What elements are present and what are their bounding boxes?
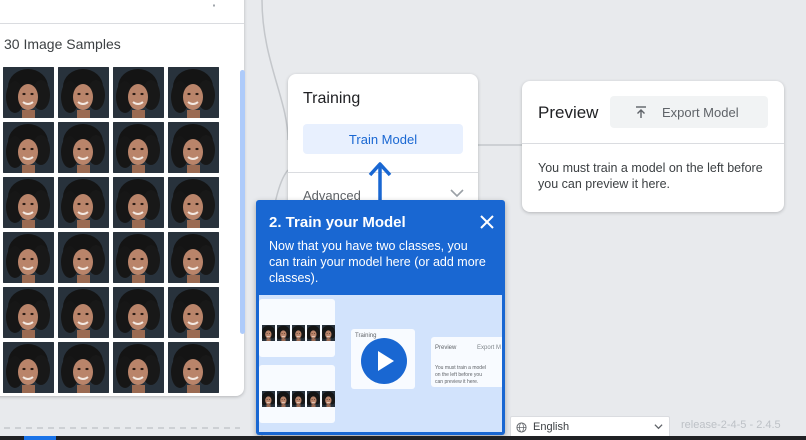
- sample-thumbnail[interactable]: [113, 67, 164, 118]
- sample-thumbnail[interactable]: [3, 122, 54, 173]
- arrow-up-icon: [368, 162, 392, 204]
- sample-thumbnail[interactable]: [58, 287, 109, 338]
- taskbar-strip: [0, 436, 806, 440]
- export-model-label: Export Model: [662, 104, 739, 120]
- sample-thumbnail[interactable]: [3, 342, 54, 393]
- sample-thumbnail[interactable]: [168, 177, 219, 228]
- sample-thumbnail[interactable]: [113, 122, 164, 173]
- sample-thumbnail[interactable]: [3, 232, 54, 283]
- sample-thumbnail[interactable]: [58, 177, 109, 228]
- train-model-button[interactable]: Train Model: [303, 124, 463, 154]
- preview-title: Preview: [538, 103, 599, 122]
- mini-thumbnail: [292, 391, 305, 407]
- sample-thumbnail[interactable]: [58, 342, 109, 393]
- chevron-down-icon[interactable]: [450, 188, 464, 198]
- chevron-down-icon: [654, 424, 663, 430]
- class-header-divider: [0, 23, 244, 24]
- language-value: English: [533, 421, 570, 433]
- language-select[interactable]: English: [510, 416, 670, 438]
- mini-thumbnail: [262, 325, 275, 341]
- mini-preview-message: You must train a model on the left befor…: [435, 365, 486, 385]
- globe-icon: [516, 421, 527, 433]
- mini-thumbnail: [307, 325, 320, 341]
- sample-thumbnail[interactable]: [58, 122, 109, 173]
- sample-thumbnail[interactable]: [168, 232, 219, 283]
- mini-thumbnail: [292, 325, 305, 341]
- image-samples-grid: [3, 67, 219, 393]
- release-version-label: release-2-4-5 - 2.4.5: [681, 419, 781, 431]
- sample-thumbnail[interactable]: [3, 287, 54, 338]
- sample-thumbnail[interactable]: [168, 122, 219, 173]
- mini-thumbnail: [322, 325, 335, 341]
- tooltip-title: 2. Train your Model: [269, 214, 406, 231]
- sample-thumbnail[interactable]: [58, 232, 109, 283]
- close-icon[interactable]: [479, 214, 495, 230]
- mini-thumbnail: [277, 391, 290, 407]
- play-icon[interactable]: [361, 338, 407, 384]
- preview-divider: [522, 143, 784, 144]
- export-model-button[interactable]: Export Model: [610, 96, 768, 128]
- sample-thumbnail[interactable]: [58, 67, 109, 118]
- tooltip-body: Now that you have two classes, you can t…: [269, 239, 486, 285]
- mini-preview-label: Preview: [435, 345, 457, 351]
- class-card: ⋮ 30 Image Samples: [0, 0, 244, 396]
- mini-thumbnail: [307, 391, 320, 407]
- tutorial-video-preview[interactable]: Training Preview Export M You must train…: [259, 295, 502, 432]
- samples-count-label: 30 Image Samples: [4, 36, 121, 52]
- tutorial-tooltip: 2. Train your Model Now that you have tw…: [256, 200, 505, 435]
- mini-thumbnail: [322, 391, 335, 407]
- sample-thumbnail[interactable]: [168, 342, 219, 393]
- more-options-icon[interactable]: ⋮: [205, 0, 223, 8]
- mini-export-label: Export M: [477, 345, 502, 351]
- mini-thumbnail: [277, 325, 290, 341]
- upload-icon: [636, 106, 646, 118]
- sample-thumbnail[interactable]: [168, 67, 219, 118]
- training-title: Training: [303, 90, 361, 107]
- preview-card: Preview Export Model You must train a mo…: [522, 81, 784, 212]
- sample-thumbnail[interactable]: [113, 177, 164, 228]
- sample-thumbnail[interactable]: [3, 177, 54, 228]
- sample-thumbnail[interactable]: [113, 232, 164, 283]
- preview-message: You must train a model on the left befor…: [538, 161, 763, 191]
- sample-thumbnail[interactable]: [3, 67, 54, 118]
- mini-thumbnail: [262, 391, 275, 407]
- sample-thumbnail[interactable]: [113, 342, 164, 393]
- sample-thumbnail[interactable]: [168, 287, 219, 338]
- samples-scrollbar[interactable]: [240, 70, 245, 334]
- sample-thumbnail[interactable]: [113, 287, 164, 338]
